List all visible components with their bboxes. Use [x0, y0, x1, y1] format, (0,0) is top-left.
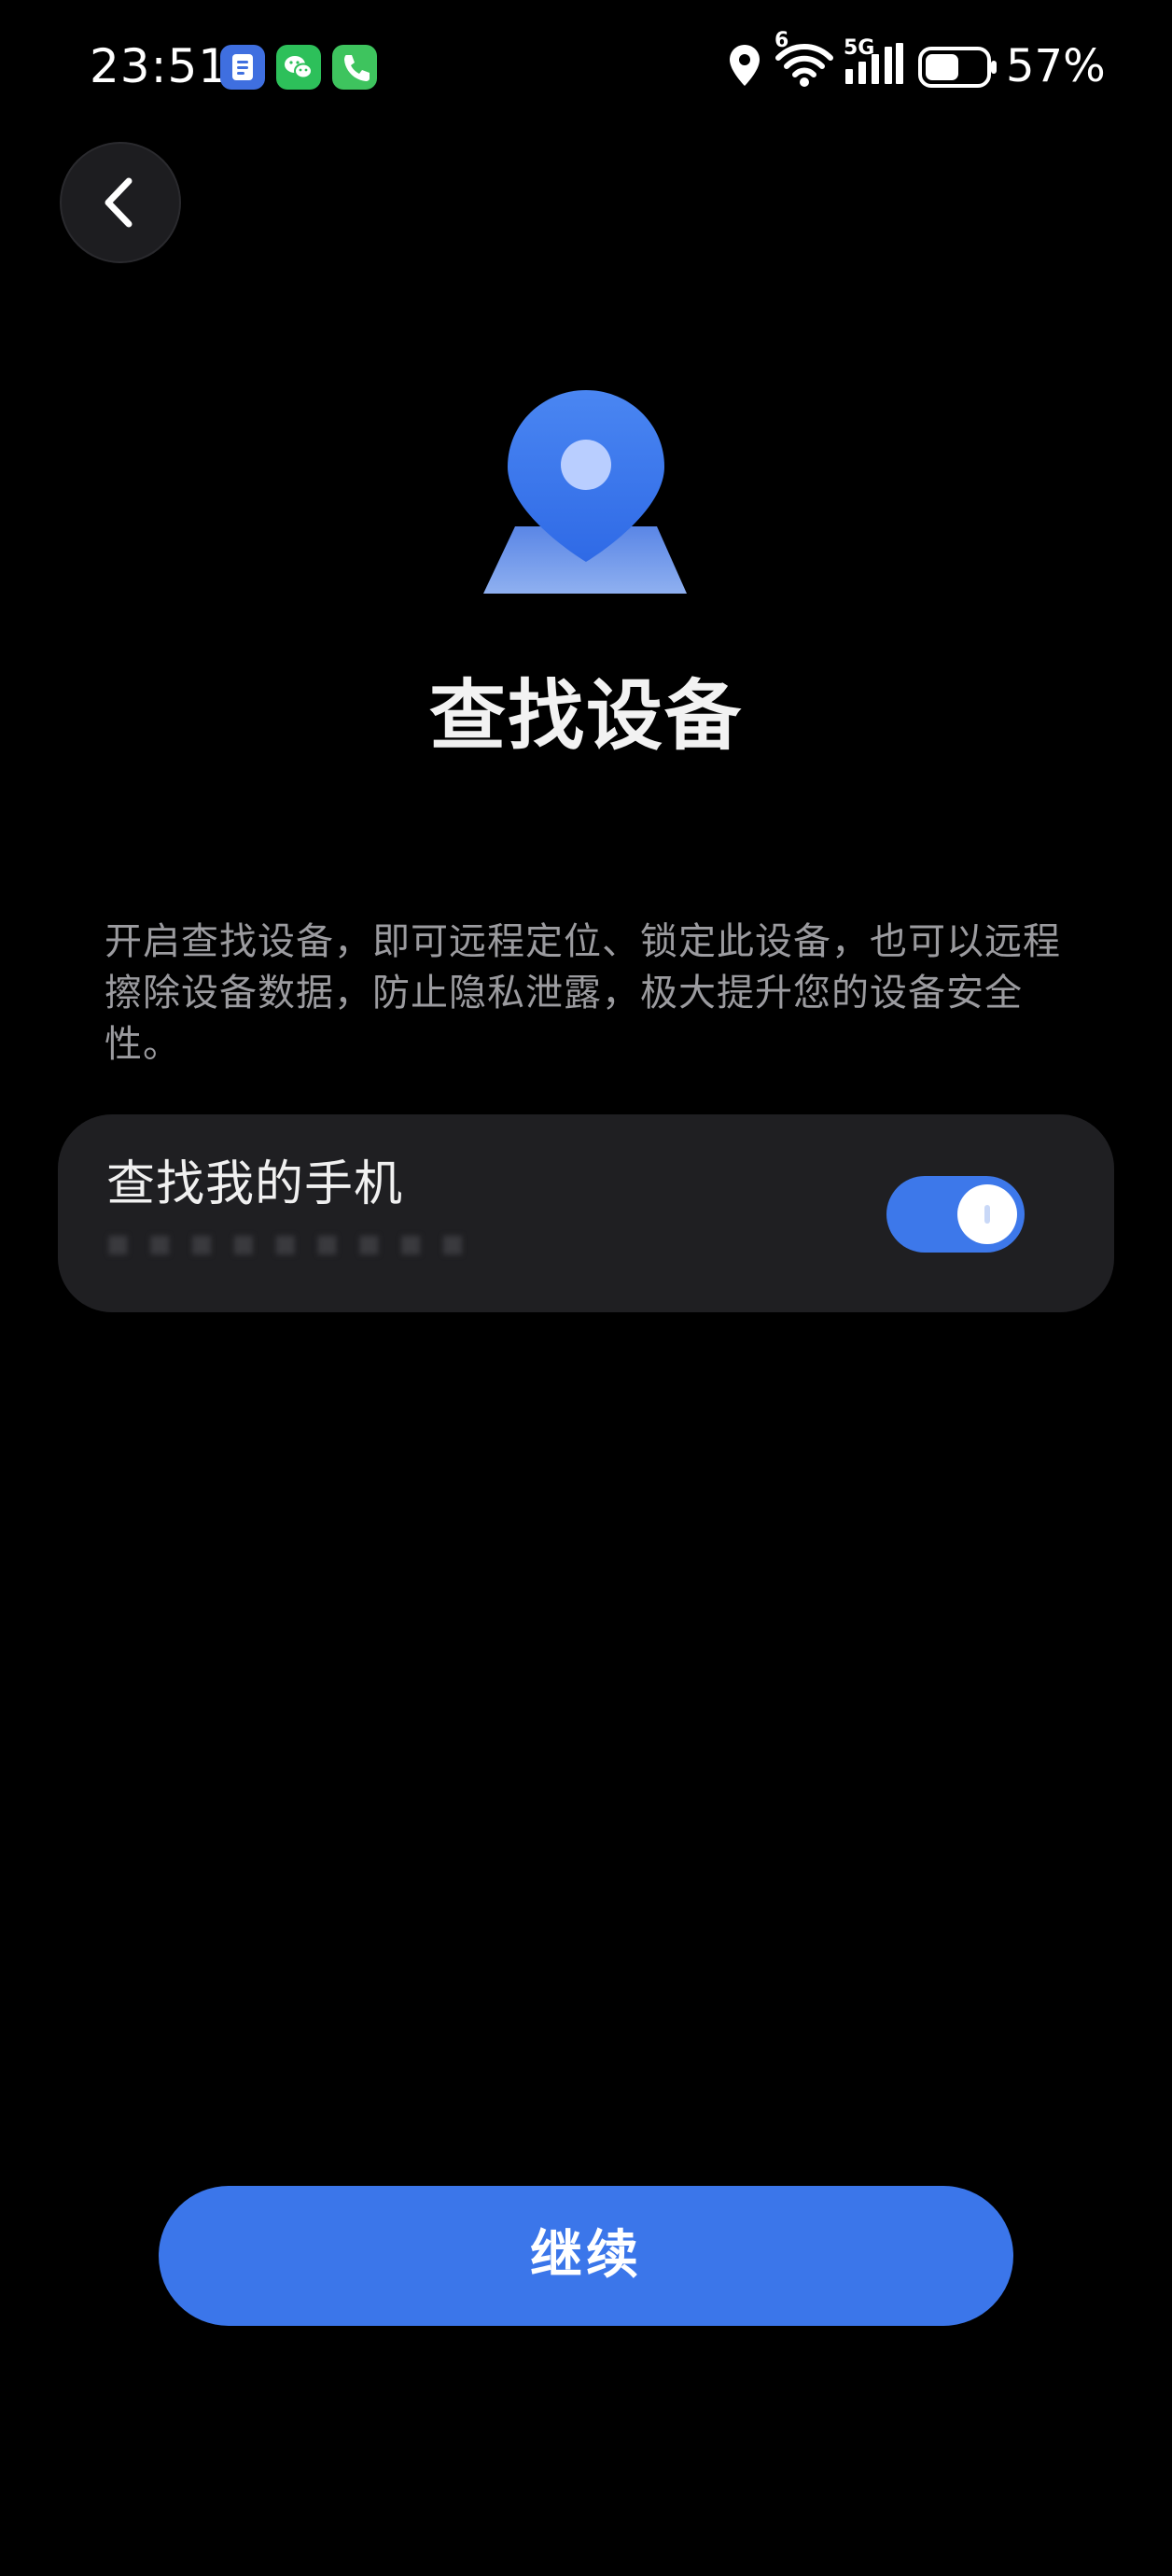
- notes-app-icon: [220, 45, 265, 90]
- battery-percent: 57%: [1006, 40, 1106, 92]
- feature-description: 开启查找设备，即可远程定位、锁定此设备，也可以远程擦除设备数据，防止隐私泄露，极…: [105, 920, 1061, 1066]
- continue-button[interactable]: 继续: [159, 2186, 1013, 2326]
- redacted-account-text: ■ ■ ■ ■ ■ ■ ■ ■ ■: [106, 1230, 470, 1258]
- status-time: 23:51: [90, 39, 230, 93]
- toggle-knob: [957, 1184, 1017, 1244]
- page-title: 查找设备: [428, 672, 743, 761]
- chevron-left-icon: [105, 177, 133, 228]
- phone-call-icon: [332, 45, 377, 90]
- toggle-on-indicator: [984, 1205, 990, 1224]
- wechat-icon: [276, 45, 321, 90]
- wifi-icon: 6: [774, 30, 834, 93]
- location-icon: [728, 43, 761, 91]
- battery-icon: [918, 47, 998, 91]
- status-bar: 23:51 6 5G 57%: [0, 0, 1172, 131]
- find-my-phone-toggle[interactable]: [886, 1176, 1025, 1253]
- find-my-phone-label: 查找我的手机: [106, 1156, 404, 1212]
- back-button[interactable]: [60, 142, 181, 263]
- find-my-phone-card: 查找我的手机 ■ ■ ■ ■ ■ ■ ■ ■ ■: [58, 1114, 1114, 1312]
- location-pin-map-icon: [476, 385, 696, 605]
- wifi-badge: 6: [774, 29, 789, 52]
